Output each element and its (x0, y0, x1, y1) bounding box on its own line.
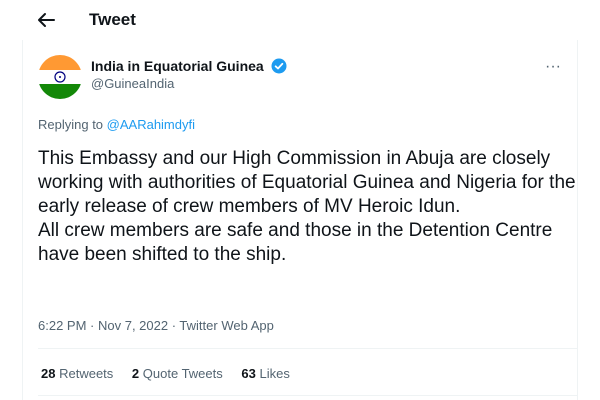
avatar[interactable] (38, 55, 82, 99)
replying-to: Replying to @AARahimdyfi (38, 117, 195, 133)
likes-label: Likes (259, 366, 290, 381)
quote-tweets-label: Quote Tweets (142, 366, 223, 381)
arrow-left-icon (32, 6, 60, 34)
likes-count: 63 (241, 366, 256, 381)
replying-to-label: Replying to (38, 117, 107, 132)
divider (38, 395, 578, 396)
more-icon: ··· (545, 58, 561, 75)
india-flag-avatar-image (38, 55, 82, 99)
divider (38, 348, 578, 349)
quote-tweets-count: 2 (131, 366, 140, 381)
tweet-stats: 28 Retweets 2 Quote Tweets 63 Likes (41, 366, 305, 382)
author-handle[interactable]: @GuineaIndia (91, 75, 287, 93)
author-info: India in Equatorial Guinea @GuineaIndia (91, 57, 287, 93)
back-button[interactable] (32, 6, 60, 34)
page-title: Tweet (89, 10, 136, 29)
meta-separator: · (168, 318, 180, 333)
tweet-meta: 6:22 PM · Nov 7, 2022 · Twitter Web App (38, 318, 274, 334)
tweet-date[interactable]: Nov 7, 2022 (98, 318, 168, 333)
author-display-name[interactable]: India in Equatorial Guinea (91, 57, 264, 75)
retweets-count: 28 (41, 366, 56, 381)
meta-separator: · (86, 318, 98, 333)
reply-mention-link[interactable]: @AARahimdyfi (107, 117, 195, 132)
tweet-time[interactable]: 6:22 PM (38, 318, 86, 333)
tweet-source[interactable]: Twitter Web App (179, 318, 273, 333)
tweet-text: This Embassy and our High Commission in … (38, 148, 576, 265)
verified-badge-icon (271, 58, 287, 74)
likes-stat[interactable]: 63 Likes (241, 366, 289, 382)
tweet-header: Tweet (0, 0, 600, 40)
left-border (22, 40, 23, 400)
quote-tweets-stat[interactable]: 2 Quote Tweets (132, 366, 223, 382)
author-row: India in Equatorial Guinea @GuineaIndia … (38, 55, 578, 103)
retweets-stat[interactable]: 28 Retweets (41, 366, 113, 382)
retweets-label: Retweets (59, 366, 114, 381)
more-options-button[interactable]: ··· (538, 55, 568, 79)
